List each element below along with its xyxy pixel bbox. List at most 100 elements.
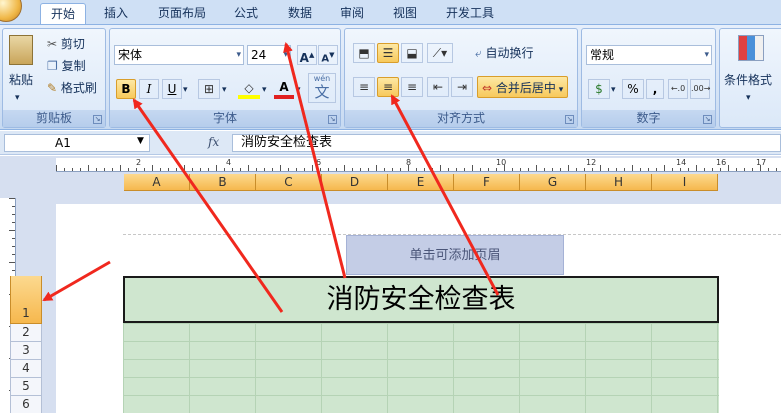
row-header-6[interactable]: 6: [10, 396, 42, 413]
align-center-icon[interactable]: ≡: [377, 77, 399, 97]
ruler-tick: [12, 238, 15, 239]
row-header-4[interactable]: 4: [10, 360, 42, 378]
merge-cells-icon: ⇔: [482, 81, 496, 95]
scissors-icon: ✂: [47, 37, 61, 51]
underline-dropdown-icon[interactable]: ▾: [183, 79, 188, 101]
wrap-text-button[interactable]: ⤶ 自动换行: [475, 42, 534, 64]
paste-icon[interactable]: [9, 35, 33, 65]
paste-dropdown-icon[interactable]: ▾: [15, 87, 20, 109]
name-box-dropdown-icon[interactable]: ▼: [137, 136, 144, 146]
clipboard-launcher-icon[interactable]: ↘: [93, 115, 102, 124]
fill-color-icon[interactable]: ◇: [238, 79, 260, 99]
tab-page-layout[interactable]: 页面布局: [150, 3, 214, 24]
orientation-icon[interactable]: ⟋▾: [427, 43, 453, 63]
borders-dropdown-icon[interactable]: ▾: [222, 79, 227, 101]
tab-view[interactable]: 视图: [385, 3, 425, 24]
ruler-tick: [160, 168, 161, 171]
column-header-d[interactable]: D: [322, 174, 388, 191]
conditional-format-icon[interactable]: [738, 35, 764, 61]
font-name-select[interactable]: 宋体 ▾: [114, 45, 244, 65]
column-header-e[interactable]: E: [388, 174, 454, 191]
tab-data[interactable]: 数据: [280, 3, 320, 24]
ruler-tick: [616, 168, 617, 171]
tab-review[interactable]: 审阅: [332, 3, 372, 24]
ruler-number: 2: [136, 158, 142, 167]
row-header-1[interactable]: 1: [10, 276, 42, 324]
column-header-f[interactable]: F: [454, 174, 520, 191]
insert-function-icon[interactable]: fx: [208, 135, 219, 149]
ruler-tick: [416, 168, 417, 171]
header-placeholder[interactable]: 单击可添加页眉: [346, 235, 564, 275]
ruler-tick: [304, 168, 305, 171]
align-bottom-icon[interactable]: ⬓: [401, 43, 423, 63]
column-header-i[interactable]: I: [652, 174, 718, 191]
italic-button[interactable]: I: [139, 79, 159, 99]
merge-center-label: 合并后居中: [495, 81, 556, 95]
borders-icon[interactable]: ⊞: [198, 79, 220, 99]
tab-developer[interactable]: 开发工具: [438, 3, 502, 24]
ruler-tick: [528, 168, 529, 171]
increase-decimal-icon[interactable]: ←.0: [668, 79, 688, 99]
font-name-value: 宋体: [118, 48, 143, 62]
ruler-tick: [208, 168, 209, 171]
row-header-3[interactable]: 3: [10, 342, 42, 360]
ruler-tick: [400, 168, 401, 171]
office-button[interactable]: [0, 0, 22, 22]
increase-indent-icon[interactable]: ⇥: [451, 77, 473, 97]
formula-input[interactable]: 消防安全检查表: [232, 134, 781, 152]
ruler-tick: [9, 198, 15, 199]
title-cell[interactable]: 消防安全检查表: [123, 276, 719, 323]
merge-center-button[interactable]: ⇔ 合并后居中 ▾: [477, 76, 569, 98]
align-middle-icon[interactable]: ☰: [377, 43, 399, 63]
alignment-launcher-icon[interactable]: ↘: [565, 115, 574, 124]
column-header-c[interactable]: C: [256, 174, 322, 191]
conditional-format-dropdown-icon[interactable]: ▾: [746, 87, 751, 109]
align-left-icon[interactable]: ≡: [353, 77, 375, 97]
decrease-indent-icon[interactable]: ⇤: [427, 77, 449, 97]
column-header-a[interactable]: A: [124, 174, 190, 191]
ruler-number: 16: [716, 158, 727, 167]
cell-grid[interactable]: [123, 323, 719, 413]
row-header-5[interactable]: 5: [10, 378, 42, 396]
currency-dropdown-icon[interactable]: ▾: [611, 79, 616, 101]
font-color-icon[interactable]: A: [274, 79, 294, 99]
bold-button[interactable]: B: [116, 79, 136, 99]
font-size-select[interactable]: 24 ▾: [247, 45, 291, 65]
column-header-b[interactable]: B: [190, 174, 256, 191]
font-color-dropdown-icon[interactable]: ▾: [296, 79, 301, 101]
format-painter-button[interactable]: ✎ 格式刷: [47, 77, 97, 99]
tab-formulas[interactable]: 公式: [226, 3, 266, 24]
ruler-tick: [288, 168, 289, 171]
ruler-tick: [312, 165, 313, 171]
grow-font-icon[interactable]: A▲: [297, 45, 317, 65]
paste-button[interactable]: 粘贴: [9, 69, 33, 91]
cut-button[interactable]: ✂ 剪切: [47, 33, 85, 55]
number-format-value: 常规: [590, 48, 615, 62]
number-launcher-icon[interactable]: ↘: [703, 115, 712, 124]
underline-button[interactable]: U: [162, 79, 182, 99]
currency-icon[interactable]: $: [588, 79, 610, 99]
number-format-select[interactable]: 常规 ▾: [586, 45, 712, 65]
decrease-decimal-icon[interactable]: .00→: [690, 79, 710, 99]
percent-button[interactable]: %: [622, 79, 644, 99]
column-header-h[interactable]: H: [586, 174, 652, 191]
ruler-tick: [576, 168, 577, 171]
name-box[interactable]: A1: [4, 134, 150, 152]
tab-insert[interactable]: 插入: [96, 3, 136, 24]
ruler-tick: [552, 168, 553, 171]
tab-home[interactable]: 开始: [40, 3, 86, 24]
row-header-2[interactable]: 2: [10, 324, 42, 342]
phonetic-guide-button[interactable]: wén 文: [308, 73, 336, 103]
ruler-tick: [704, 168, 705, 171]
align-right-icon[interactable]: ≡: [401, 77, 423, 97]
fill-color-dropdown-icon[interactable]: ▾: [262, 79, 267, 101]
copy-button[interactable]: ❐ 复制: [47, 55, 86, 77]
shrink-font-icon[interactable]: A▼: [318, 45, 338, 65]
align-top-icon[interactable]: ⬒: [353, 43, 375, 63]
ruler-tick: [80, 168, 81, 171]
font-launcher-icon[interactable]: ↘: [328, 115, 337, 124]
column-header-g[interactable]: G: [520, 174, 586, 191]
comma-style-button[interactable]: ,: [646, 79, 664, 99]
ruler-tick: [720, 168, 721, 171]
ruler-tick: [520, 168, 521, 171]
